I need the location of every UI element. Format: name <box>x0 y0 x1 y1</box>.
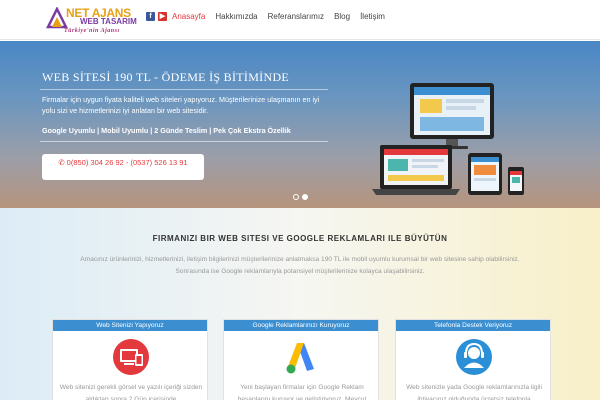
hero-title: WEB SİTESİ 190 TL - ÖDEME İŞ BİTİMİNDE <box>42 70 290 84</box>
facebook-icon[interactable]: f <box>146 12 155 21</box>
site-logo[interactable]: NET AJANS WEB TASARIM Türkiye'nin Ajansı <box>46 5 166 37</box>
hero-divider-2 <box>40 141 328 142</box>
slider-pagination <box>293 194 308 200</box>
hero-slider: WEB SİTESİ 190 TL - ÖDEME İŞ BİTİMİNDE F… <box>0 41 600 208</box>
slider-dot-2[interactable] <box>302 194 308 200</box>
service-card-text: Yeni başlayan firmalar için Google Rekla… <box>237 384 367 400</box>
nav-item-referanslarimiz[interactable]: Referanslarımız <box>268 12 324 21</box>
nav-item-anasayfa[interactable]: Anasayfa <box>172 12 205 21</box>
youtube-icon[interactable]: ▶ <box>158 12 167 21</box>
services-section: FIRMANIZI BIR WEB SITESI VE GOOGLE REKLA… <box>0 208 600 400</box>
service-card-web[interactable]: Web Sitenizi Yapıyoruz Web sitenizi gere… <box>52 319 208 400</box>
service-card-title: Web Sitenizi Yapıyoruz <box>53 320 207 331</box>
logo-mark-icon <box>46 7 68 29</box>
site-header: NET AJANS WEB TASARIM Türkiye'nin Ajansı… <box>0 0 600 40</box>
section-description: Amacınız ürünlerinizi, hizmetlerinizi, i… <box>80 256 520 275</box>
nav-item-iletisim[interactable]: İletişim <box>360 12 385 21</box>
phone-icon: ✆ <box>58 158 65 167</box>
service-card-text: Web sitenizi gerekli görsel ve yazılı iç… <box>59 384 203 400</box>
slider-dot-1[interactable] <box>293 194 299 200</box>
service-card-google-ads[interactable]: Google Reklamlarınızı Kuruyoruz Yeni baş… <box>223 319 379 400</box>
phone-number: 0(850) 304 26 92 - (0537) 526 13 91 <box>66 158 188 167</box>
section-title: FIRMANIZI BIR WEB SITESI VE GOOGLE REKLA… <box>152 234 448 243</box>
hero-description: Firmalar için uygun fiyata kaliteli web … <box>42 95 320 115</box>
nav-item-blog[interactable]: Blog <box>334 12 350 21</box>
nav-item-hakkimizda[interactable]: Hakkımızda <box>215 12 257 21</box>
hero-features: Google Uyumlu | Mobil Uyumlu | 2 Günde T… <box>42 126 291 135</box>
logo-tagline: Türkiye'nin Ajansı <box>64 28 120 34</box>
responsive-devices-illustration <box>372 83 524 195</box>
service-card-text: Web sitenizle yada Google reklamlarınızl… <box>406 384 542 400</box>
logo-subtitle: WEB TASARIM <box>80 17 137 26</box>
service-card-title: Telefonla Destek Veriyoruz <box>396 320 550 331</box>
hero-divider <box>40 89 328 90</box>
phone-button[interactable]: ✆ 0(850) 304 26 92 - (0537) 526 13 91 <box>42 154 204 180</box>
support-headset-icon <box>456 339 492 375</box>
main-nav: Anasayfa Hakkımızda Referanslarımız Blog… <box>172 12 395 21</box>
responsive-devices-icon <box>113 339 149 375</box>
google-ads-icon <box>286 343 314 374</box>
service-card-support[interactable]: Telefonla Destek Veriyoruz Web sitenizle… <box>395 319 551 400</box>
service-card-title: Google Reklamlarınızı Kuruyoruz <box>224 320 378 331</box>
